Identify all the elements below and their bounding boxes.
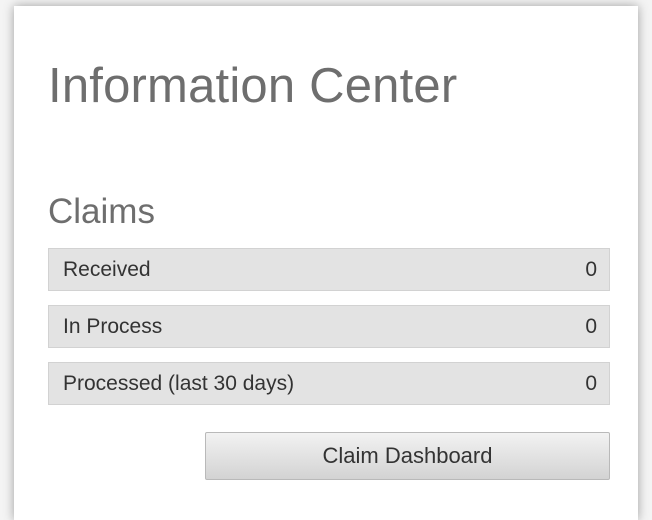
claims-row-received: Received 0: [48, 248, 610, 291]
stat-count: 0: [585, 371, 597, 395]
claims-stat-list: Received 0 In Process 0 Processed (last …: [48, 248, 610, 405]
information-center-panel: Information Center Claims Received 0 In …: [14, 6, 638, 520]
stat-count: 0: [585, 257, 597, 281]
stat-label: Received: [63, 257, 151, 281]
stat-count: 0: [585, 314, 597, 338]
claim-dashboard-button[interactable]: Claim Dashboard: [205, 432, 610, 480]
stat-label: In Process: [63, 314, 163, 338]
claims-row-processed: Processed (last 30 days) 0: [48, 362, 610, 405]
claims-heading: Claims: [48, 192, 155, 231]
panel-title: Information Center: [48, 59, 458, 113]
claims-row-in-process: In Process 0: [48, 305, 610, 348]
stat-label: Processed (last 30 days): [63, 371, 295, 395]
